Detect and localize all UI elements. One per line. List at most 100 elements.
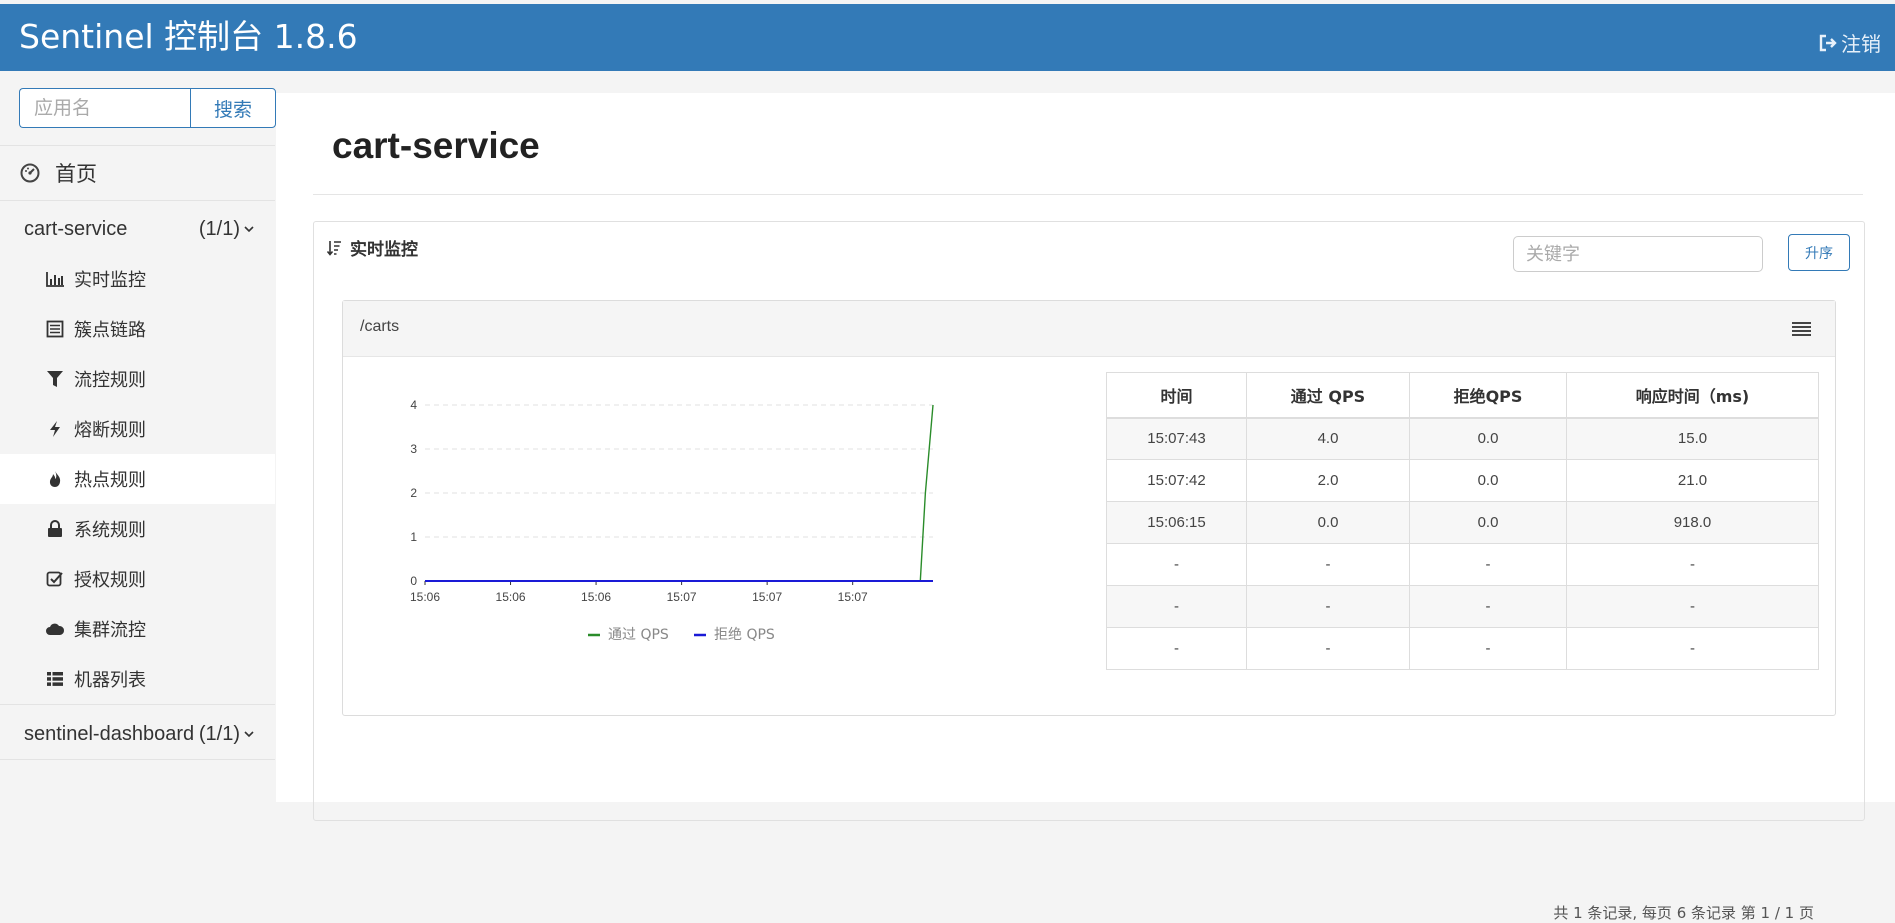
table-cell: - xyxy=(1246,543,1410,586)
qps-chart: 0 1 2 3 4 15:06 15:06 15:06 15:07 15:07 15:07 通过 QP… xyxy=(363,371,1013,681)
y-tick-label: 3 xyxy=(410,442,417,456)
legend-label: 拒绝 QPS xyxy=(714,627,775,643)
table-cell: 15:07:43 xyxy=(1106,417,1247,460)
app-search-button[interactable]: 搜索 xyxy=(190,88,276,128)
app-name: sentinel-dashboard xyxy=(24,722,195,745)
app-count-label: (1/1) xyxy=(198,217,240,240)
x-tick-label: 15:07 xyxy=(838,590,868,604)
fire-icon xyxy=(45,470,65,488)
table-cell: 0.0 xyxy=(1409,417,1567,460)
page-title: cart-service xyxy=(332,125,540,166)
dashboard-icon xyxy=(20,163,40,183)
sidebar-item-label: 簇点链路 xyxy=(74,320,146,341)
app-count-label: (1/1) xyxy=(198,722,240,745)
sidebar-item-label: 集群流控 xyxy=(74,620,146,641)
x-tick-label: 15:06 xyxy=(496,590,526,604)
table-cell: - xyxy=(1566,543,1819,586)
sidebar-item-auth-rules[interactable]: 授权规则 xyxy=(0,554,275,604)
table-cell: - xyxy=(1106,543,1247,586)
logout-icon xyxy=(1819,34,1837,51)
col-pass-qps[interactable]: 通过 QPS xyxy=(1246,372,1410,419)
pagination-info: 共 1 条记录, 每页 6 条记录 第 1 / 1 页 xyxy=(1553,904,1814,922)
app-count: (1/1) xyxy=(199,218,255,241)
table-cell: - xyxy=(1409,543,1567,586)
sidebar-item-label: 流控规则 xyxy=(74,370,146,391)
col-time[interactable]: 时间 xyxy=(1106,372,1247,419)
resource-card-header: /carts xyxy=(343,301,1835,357)
menu-icon[interactable] xyxy=(1792,321,1811,337)
x-tick-label: 15:07 xyxy=(667,590,697,604)
sidebar-item-hotspot-rules[interactable]: 热点规则 xyxy=(0,454,275,504)
table-cell: - xyxy=(1246,585,1410,628)
table-cell: 0.0 xyxy=(1409,459,1567,502)
sidebar-item-home[interactable]: 首页 xyxy=(0,145,275,201)
monitor-panel: 实时监控 升序 /carts 0 1 2 3 4 15:06 15:06 15:06 15:07… xyxy=(313,221,1865,922)
panel-header: 实时监控 xyxy=(327,235,418,260)
bar-chart-icon xyxy=(45,270,65,288)
sort-order-icon xyxy=(327,240,341,256)
sidebar-divider xyxy=(0,759,275,760)
app-count: (1/1) xyxy=(199,723,255,746)
sidebar-item-realtime-monitor[interactable]: 实时监控 xyxy=(0,254,275,304)
table-cell: 0.0 xyxy=(1409,501,1567,544)
metrics-table: 时间 通过 QPS 拒绝QPS 响应时间（ms) 15:07:43 4.0 0.… xyxy=(1106,372,1819,670)
sidebar-item-cluster-link[interactable]: 簇点链路 xyxy=(0,304,275,354)
table-cell: 918.0 xyxy=(1566,501,1819,544)
x-tick-label: 15:06 xyxy=(581,590,611,604)
table-row: - - - - xyxy=(1106,627,1819,670)
table-cell: 4.0 xyxy=(1246,417,1410,460)
sidebar-item-label: 实时监控 xyxy=(74,270,146,291)
col-response-time[interactable]: 响应时间（ms) xyxy=(1566,372,1819,419)
sidebar-item-label: 机器列表 xyxy=(74,670,146,691)
sidebar-item-label: 授权规则 xyxy=(74,570,146,591)
logout-button[interactable]: 注销 xyxy=(1818,28,1881,57)
sidebar-item-flow-rules[interactable]: 流控规则 xyxy=(0,354,275,404)
sidebar-divider xyxy=(0,704,275,705)
panel-title: 实时监控 xyxy=(350,240,418,260)
sidebar-item-machine-list[interactable]: 机器列表 xyxy=(0,654,275,704)
table-row: - - - - xyxy=(1106,585,1819,628)
table-cell: - xyxy=(1409,585,1567,628)
brand-title[interactable]: Sentinel 控制台 1.8.6 xyxy=(19,16,358,58)
sidebar-item-label: 热点规则 xyxy=(74,470,146,491)
table-row: 15:07:43 4.0 0.0 15.0 xyxy=(1106,417,1819,460)
sidebar-app-sentinel-dashboard[interactable]: sentinel-dashboard (1/1) xyxy=(0,709,275,759)
table-cell: 15:06:15 xyxy=(1106,501,1247,544)
app-search-input[interactable] xyxy=(19,88,190,128)
table-row: - - - - xyxy=(1106,543,1819,586)
table-cell: 15.0 xyxy=(1566,417,1819,460)
table-row: 15:07:42 2.0 0.0 21.0 xyxy=(1106,459,1819,502)
check-icon xyxy=(45,570,65,588)
sidebar-app-cart-service[interactable]: cart-service (1/1) xyxy=(0,204,275,254)
table-cell: 2.0 xyxy=(1246,459,1410,502)
table-cell: 15:07:42 xyxy=(1106,459,1247,502)
logout-label: 注销 xyxy=(1841,34,1881,56)
sidebar-item-label: 系统规则 xyxy=(74,520,146,541)
table-cell: - xyxy=(1409,627,1567,670)
sidebar-item-cluster-flow[interactable]: 集群流控 xyxy=(0,604,275,654)
legend-label: 通过 QPS xyxy=(608,627,669,643)
top-header: Sentinel 控制台 1.8.6 注销 xyxy=(0,4,1895,71)
table-cell: 21.0 xyxy=(1566,459,1819,502)
sidebar-item-system-rules[interactable]: 系统规则 xyxy=(0,504,275,554)
sort-asc-button[interactable]: 升序 xyxy=(1788,234,1850,271)
sidebar-item-degrade-rules[interactable]: 熔断规则 xyxy=(0,404,275,454)
sidebar: 搜索 首页 cart-service (1/1) 实时监控 簇点链路 xyxy=(0,71,276,802)
y-tick-label: 2 xyxy=(410,486,417,500)
sidebar-item-label: 熔断规则 xyxy=(74,420,146,441)
app-name: cart-service xyxy=(24,217,128,240)
table-header-row: 时间 通过 QPS 拒绝QPS 响应时间（ms) xyxy=(1106,372,1819,419)
title-divider xyxy=(313,194,1863,195)
table-cell: - xyxy=(1566,627,1819,670)
col-block-qps[interactable]: 拒绝QPS xyxy=(1409,372,1567,419)
chevron-down-icon xyxy=(244,731,254,738)
table-row: 15:06:15 0.0 0.0 918.0 xyxy=(1106,501,1819,544)
sidebar-item-label: 首页 xyxy=(55,163,97,186)
filter-icon xyxy=(45,370,65,388)
y-tick-label: 4 xyxy=(410,398,417,412)
table-cell: - xyxy=(1106,585,1247,628)
table-cell: 0.0 xyxy=(1246,501,1410,544)
table-cell: - xyxy=(1246,627,1410,670)
resource-card: /carts 0 1 2 3 4 15:06 15:06 15:06 15:07 15:07 15:… xyxy=(342,300,1836,716)
keyword-input[interactable] xyxy=(1513,236,1763,272)
